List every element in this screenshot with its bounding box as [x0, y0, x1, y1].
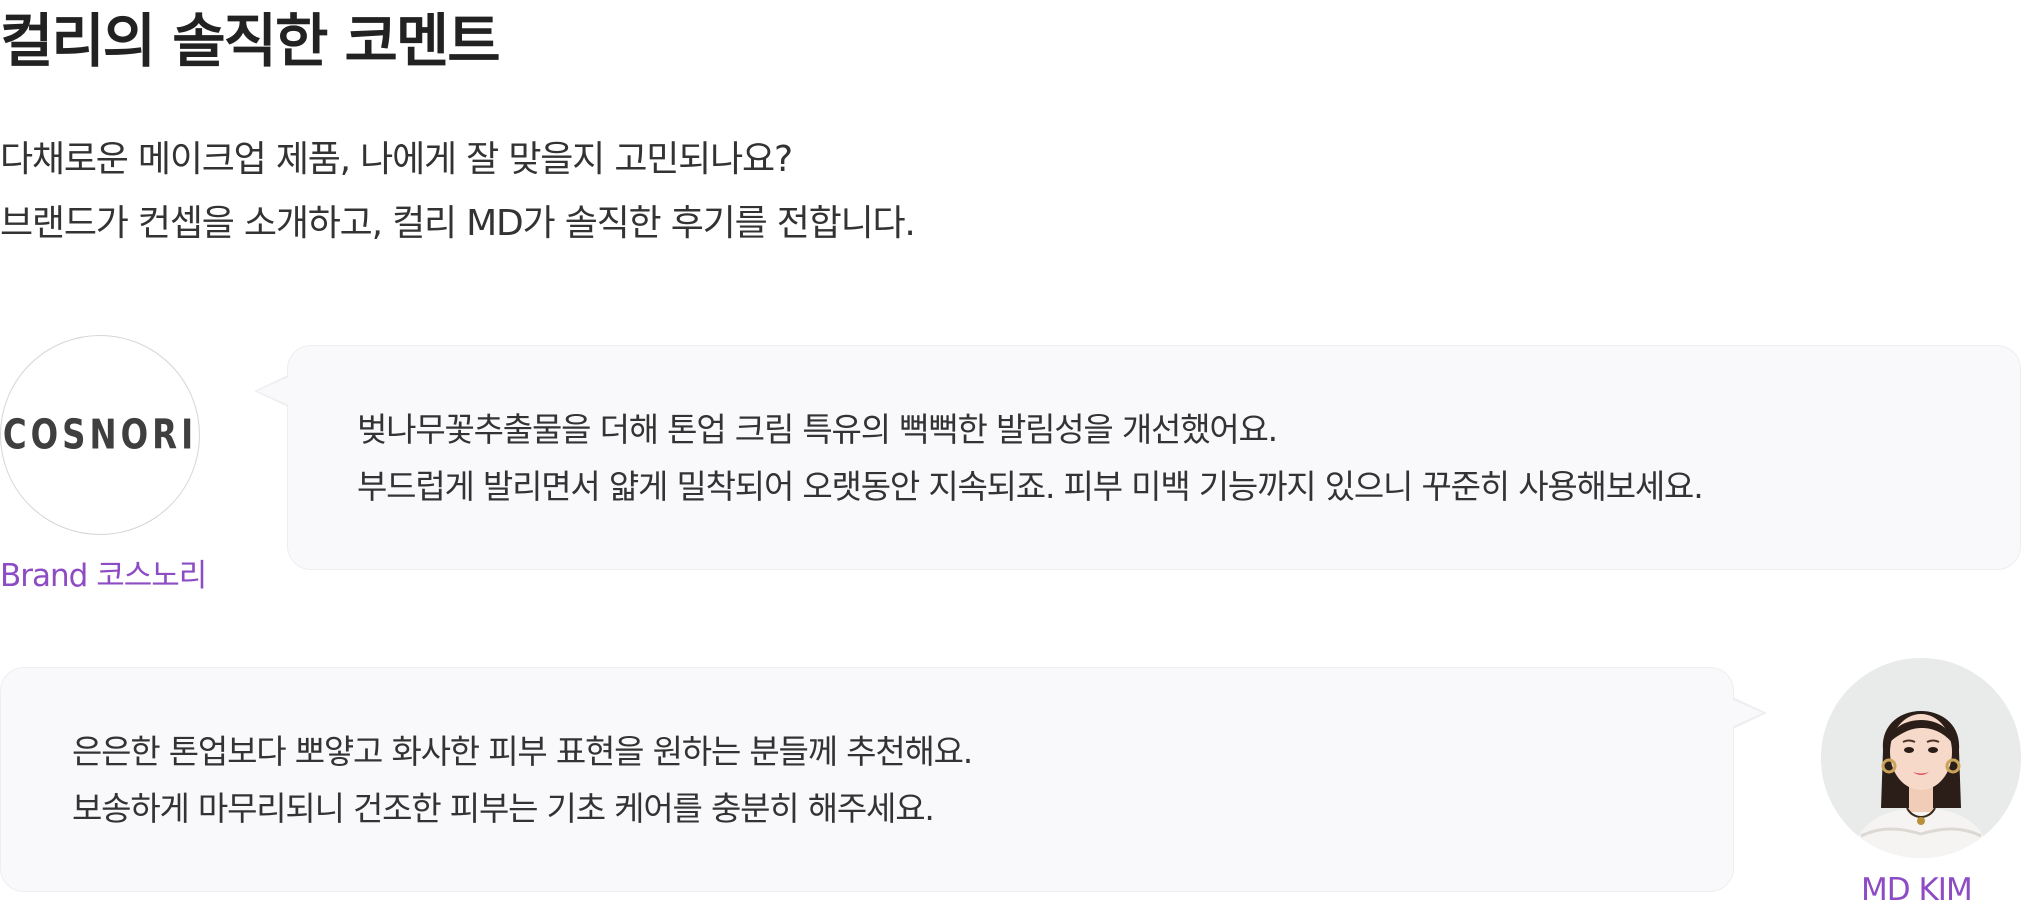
- brand-comment-text: 벚나무꽃추출물을 더해 톤업 크림 특유의 뻑뻑한 발림성을 개선했어요. 부드…: [357, 401, 1704, 515]
- section-intro: 다채로운 메이크업 제품, 나에게 잘 맞을지 고민되나요? 브랜드가 컨셉을 …: [0, 128, 916, 256]
- md-comment-text: 은은한 톤업보다 뽀얗고 화사한 피부 표현을 원하는 분들께 추천해요. 보송…: [72, 723, 973, 837]
- brand-logo-text: COSNORI: [2, 411, 198, 459]
- md-comment-line: 은은한 톤업보다 뽀얗고 화사한 피부 표현을 원하는 분들께 추천해요.: [72, 732, 973, 771]
- brand-bubble-tail-fill: [257, 377, 289, 405]
- md-comment-bubble: 은은한 톤업보다 뽀얗고 화사한 피부 표현을 원하는 분들께 추천해요. 보송…: [0, 667, 1734, 892]
- person-portrait-icon: [1821, 658, 2021, 858]
- brand-comment-line: 부드럽게 발리면서 얇게 밀착되어 오랫동안 지속되죠. 피부 미백 기능까지 …: [357, 467, 1704, 506]
- kurly-comment-section: 컬리의 솔직한 코멘트 다채로운 메이크업 제품, 나에게 잘 맞을지 고민되나…: [0, 0, 2021, 905]
- md-comment-line: 보송하게 마무리되니 건조한 피부는 기초 케어를 충분히 해주세요.: [72, 789, 935, 828]
- brand-label: Brand 코스노리: [0, 558, 207, 594]
- md-label: MD KIM: [1861, 872, 1973, 905]
- md-avatar: [1821, 658, 2021, 858]
- brand-comment-line: 벚나무꽃추출물을 더해 톤업 크림 특유의 뻑뻑한 발림성을 개선했어요.: [357, 410, 1278, 449]
- section-title: 컬리의 솔직한 코멘트: [0, 7, 501, 75]
- brand-logo: COSNORI: [0, 335, 200, 535]
- intro-line: 브랜드가 컨셉을 소개하고, 컬리 MD가 솔직한 후기를 전합니다.: [0, 203, 916, 244]
- md-bubble-tail-fill: [1731, 699, 1763, 727]
- brand-comment-bubble: 벚나무꽃추출물을 더해 톤업 크림 특유의 뻑뻑한 발림성을 개선했어요. 부드…: [287, 345, 2021, 570]
- intro-line: 다채로운 메이크업 제품, 나에게 잘 맞을지 고민되나요?: [0, 139, 793, 180]
